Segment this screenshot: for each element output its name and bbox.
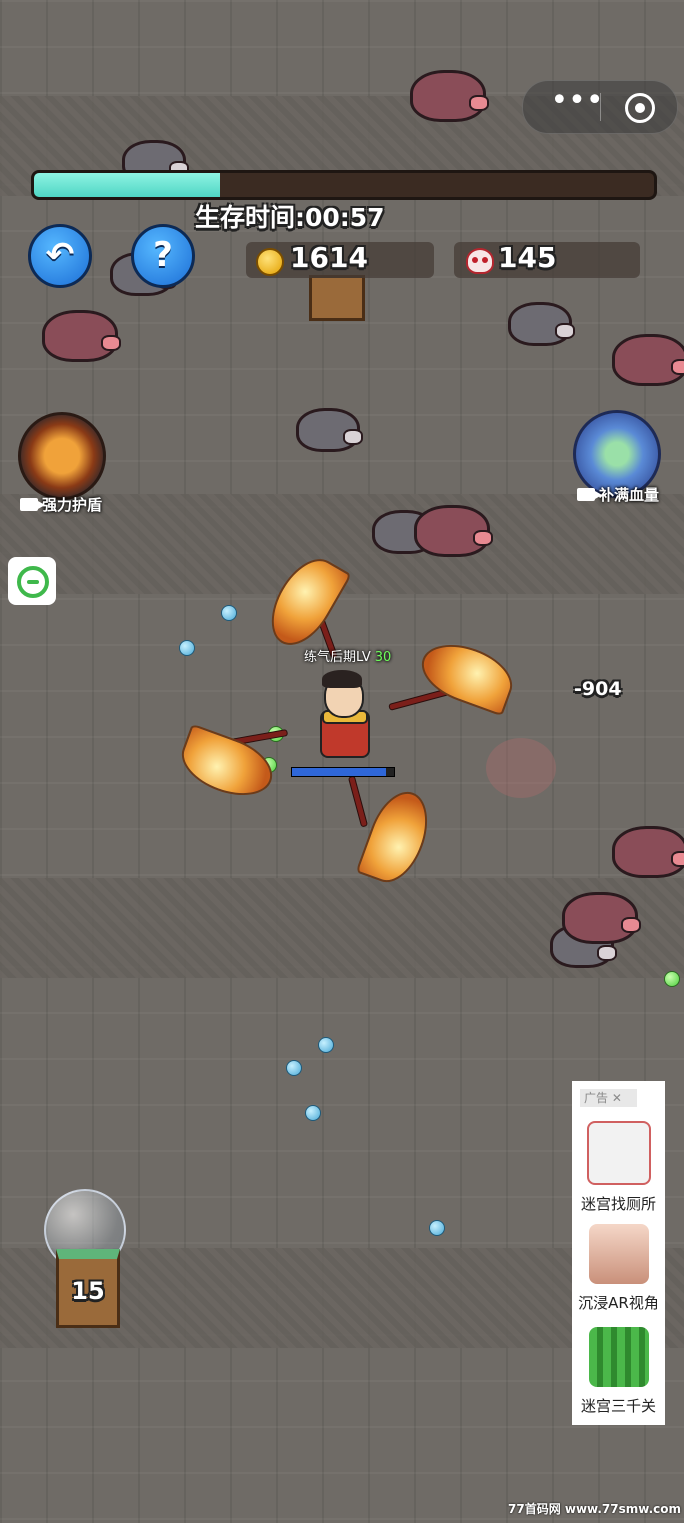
ad-item[interactable]: 沉浸AR视角: [572, 1224, 665, 1313]
video-camera-icon: [20, 498, 45, 511]
survival-progress-fill: [34, 173, 220, 197]
damage-popup: -904: [574, 678, 622, 700]
ad-panel: 广告 ✕ 迷宫找厕所 沉浸AR视角 迷宫三千关: [572, 1081, 665, 1425]
flame-blade: [413, 633, 521, 717]
player-level-label: 练气后期LV 30: [304, 650, 392, 665]
flame-blade: [355, 783, 439, 891]
weapon-count: 15: [71, 1277, 105, 1305]
miniprogram-capsule: •••: [522, 80, 678, 134]
ad-item-label: 迷宫三千关: [580, 1397, 656, 1415]
more-dots-icon[interactable]: •••: [547, 86, 607, 123]
coin-icon: [256, 248, 284, 276]
ad-close-icon[interactable]: ✕: [612, 1091, 622, 1105]
boar-enemy: [562, 892, 641, 944]
player-hp-fill: [292, 768, 386, 776]
kill-counter: 145: [454, 241, 640, 278]
shield-skill-button[interactable]: 强力护盾: [20, 494, 102, 515]
heal-skill-button[interactable]: 补满血量: [577, 484, 659, 505]
kill-count: 145: [498, 241, 557, 274]
exp-orb: [286, 1060, 302, 1076]
skull-icon: [466, 248, 494, 274]
help-icon: ?: [153, 235, 173, 275]
back-button[interactable]: ↶: [28, 224, 92, 288]
grey-boar-enemy: [508, 302, 575, 346]
player-character: [314, 670, 372, 766]
maze-levels-thumbnail: [588, 1327, 649, 1387]
shield-skill-icon[interactable]: [18, 412, 106, 500]
ad-tag: 广告 ✕: [580, 1089, 637, 1107]
boar-enemy: [410, 70, 489, 122]
ad-item[interactable]: 迷宫找厕所: [572, 1121, 665, 1214]
dying-enemy-ghost: [486, 738, 556, 798]
side-widget-button[interactable]: [8, 557, 56, 605]
player-level: 30: [374, 650, 392, 665]
coin-counter: 1614: [246, 241, 434, 278]
exp-orb: [429, 1220, 445, 1236]
blade-pole: [347, 775, 369, 828]
ad-item-label: 迷宫找厕所: [580, 1195, 656, 1213]
watermark: 77首码网 www.77smw.com: [508, 1502, 682, 1516]
exp-orb: [221, 605, 237, 621]
close-target-icon[interactable]: [625, 93, 655, 123]
help-pause-button[interactable]: ?: [131, 224, 195, 288]
ar-view-thumbnail: [588, 1224, 649, 1284]
capsule-divider: [600, 93, 601, 121]
weapon-slot[interactable]: 15: [44, 1189, 128, 1329]
coin-count: 1614: [290, 241, 368, 274]
ad-item[interactable]: 迷宫三千关: [572, 1327, 665, 1416]
survival-timer: 生存时间:00:57: [195, 203, 385, 232]
green-ring-icon: [17, 566, 49, 598]
ad-item-label: 沉浸AR视角: [578, 1294, 659, 1312]
back-arrow-icon: ↶: [45, 235, 75, 275]
exp-orb-green: [664, 971, 680, 987]
boar-enemy: [612, 334, 684, 386]
boar-enemy: [612, 826, 684, 878]
player-hp-bar: [291, 767, 395, 777]
wooden-crate: [309, 275, 365, 321]
exp-orb: [305, 1105, 321, 1121]
grey-boar-enemy: [296, 408, 363, 452]
boar-enemy: [414, 505, 493, 557]
exp-orb: [318, 1037, 334, 1053]
weapon-pedestal: 15: [56, 1249, 120, 1328]
boar-enemy: [42, 310, 121, 362]
video-camera-icon: [577, 488, 602, 501]
exp-orb: [179, 640, 195, 656]
maze-toilet-thumbnail: [586, 1121, 651, 1185]
survival-progress-bar: [31, 170, 657, 200]
